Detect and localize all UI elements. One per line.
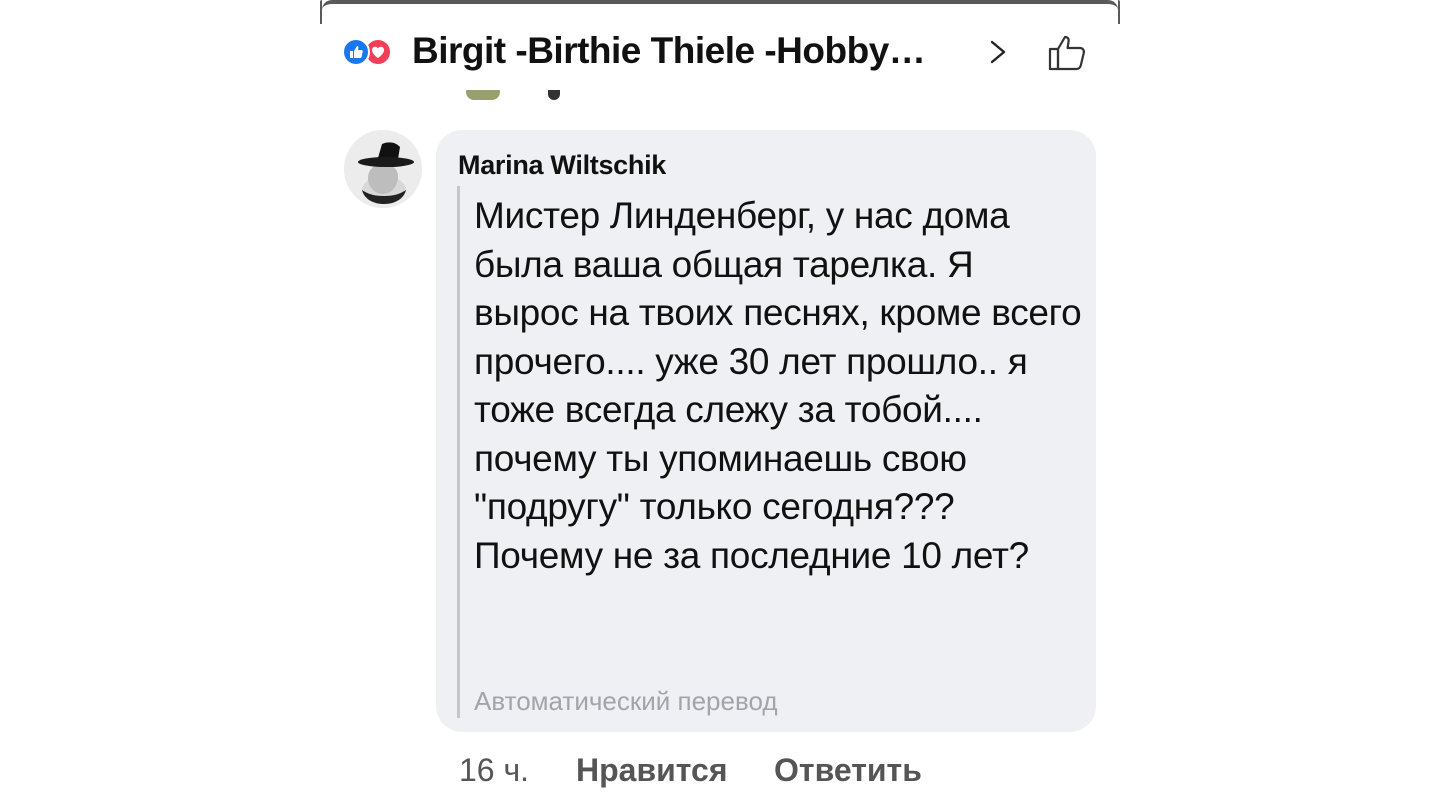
thumbs-up-icon[interactable] [1046, 32, 1088, 72]
group-title[interactable]: Birgit -Birthie Thiele -Hobby… [412, 30, 972, 72]
avatar-image [344, 130, 422, 208]
like-button[interactable]: Нравится [576, 752, 728, 789]
like-reaction-icon [342, 38, 370, 66]
chevron-right-icon[interactable] [986, 34, 1010, 70]
phone-frame: Birgit -Birthie Thiele -Hobby… Marina Wi… [320, 0, 1120, 805]
reply-button[interactable]: Ответить [774, 752, 922, 789]
comment-actions: 16 ч. Нравится Ответить [322, 752, 1118, 792]
reaction-summary[interactable] [342, 34, 406, 66]
comment-bubble: Marina Wiltschik Мистер Линденберг, у на… [436, 130, 1096, 732]
post-header: Birgit -Birthie Thiele -Hobby… [322, 4, 1118, 92]
comment-timestamp: 16 ч. [459, 752, 530, 788]
comment-author[interactable]: Marina Wiltschik [458, 150, 666, 181]
comment-text: Мистер Линденберг, у нас дома была ваша … [474, 195, 1082, 576]
previous-comment-fragment [460, 90, 570, 104]
translation-quote-bar [457, 186, 460, 718]
avatar[interactable] [344, 130, 422, 208]
auto-translation-label[interactable]: Автоматический перевод [474, 686, 778, 717]
